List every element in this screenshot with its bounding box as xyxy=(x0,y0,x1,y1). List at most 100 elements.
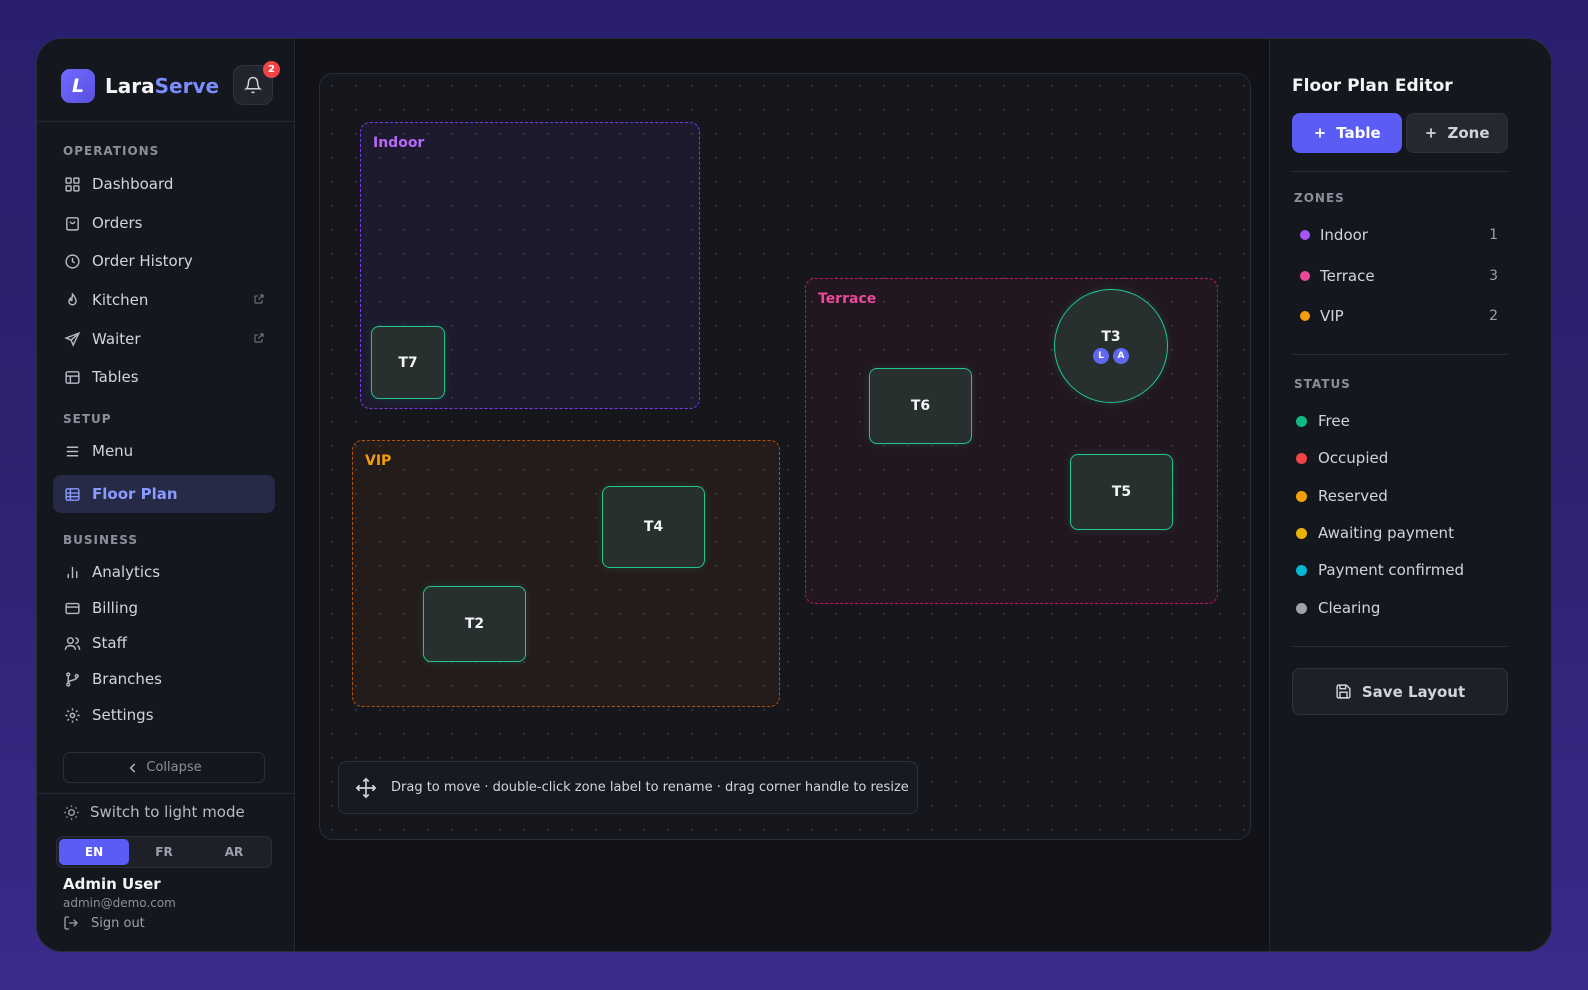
floor-plan-icon xyxy=(63,485,81,503)
chevron-left-icon xyxy=(130,762,136,773)
bar-chart-icon xyxy=(63,563,81,581)
editor-title: Floor Plan Editor xyxy=(1292,76,1453,96)
sign-out-icon xyxy=(64,916,78,930)
send-icon xyxy=(63,330,81,348)
zone-label[interactable]: VIP xyxy=(365,453,391,469)
menu-icon xyxy=(63,442,81,460)
status-dot xyxy=(1296,527,1307,539)
zone-name: Terrace xyxy=(1320,267,1375,285)
section-business: BUSINESS xyxy=(63,533,138,547)
table-t7[interactable]: T7 xyxy=(371,326,445,399)
zone-color-dot xyxy=(1300,271,1310,281)
language-fr[interactable]: FR xyxy=(129,839,199,865)
status-name: Occupied xyxy=(1318,449,1389,467)
theme-toggle-label: Switch to light mode xyxy=(90,803,245,821)
table-label: T7 xyxy=(398,354,418,371)
sidebar-item-tables[interactable]: Tables xyxy=(53,359,275,395)
assigned-staff: L A xyxy=(1091,347,1131,364)
table-t2[interactable]: T2 xyxy=(423,586,526,662)
logo-icon: L xyxy=(61,69,95,103)
sidebar-item-label: Tables xyxy=(92,368,139,386)
table-t4[interactable]: T4 xyxy=(602,486,705,568)
divider xyxy=(1292,646,1508,647)
status-name: Reserved xyxy=(1318,487,1388,505)
external-link-icon xyxy=(254,333,264,343)
staff-avatar: L xyxy=(1093,347,1109,364)
zone-list-item[interactable]: Indoor 1 xyxy=(1300,226,1498,244)
plus-icon xyxy=(1315,128,1325,138)
editor-panel: Floor Plan Editor Table Zone ZONES Indoo… xyxy=(1269,39,1551,951)
status-legend-item: Occupied xyxy=(1296,449,1388,467)
table-label: T2 xyxy=(464,616,485,632)
zone-list-item[interactable]: Terrace 3 xyxy=(1300,267,1498,285)
table-icon xyxy=(63,368,81,386)
brand[interactable]: L LaraServe xyxy=(61,69,219,103)
table-label: T4 xyxy=(643,519,664,535)
language-ar[interactable]: AR xyxy=(199,839,269,865)
add-table-label: Table xyxy=(1336,124,1381,142)
theme-toggle[interactable]: Switch to light mode xyxy=(63,803,245,821)
status-dot xyxy=(1296,602,1307,614)
table-t6[interactable]: T6 xyxy=(869,368,972,444)
sidebar-item-branches[interactable]: Branches xyxy=(53,661,275,697)
table-t5[interactable]: T5 xyxy=(1070,454,1173,530)
divider xyxy=(37,793,295,794)
sidebar-item-menu[interactable]: Menu xyxy=(53,433,275,469)
status-name: Payment confirmed xyxy=(1318,561,1465,579)
status-dot xyxy=(1296,564,1307,576)
user-email: admin@demo.com xyxy=(63,896,176,910)
branch-icon xyxy=(63,670,81,688)
sidebar-item-billing[interactable]: Billing xyxy=(53,590,275,626)
zone-label[interactable]: Terrace xyxy=(818,291,876,307)
sidebar-item-orders[interactable]: Orders xyxy=(53,205,275,241)
zone-count: 3 xyxy=(1489,268,1498,284)
plus-icon xyxy=(1426,128,1437,138)
divider xyxy=(1292,171,1508,172)
save-layout-label: Save Layout xyxy=(1361,682,1466,701)
sidebar-item-label: Orders xyxy=(92,214,143,232)
status-name: Clearing xyxy=(1318,599,1381,617)
add-zone-button[interactable]: Zone xyxy=(1406,113,1508,153)
collapse-button[interactable]: Collapse xyxy=(63,752,265,783)
sidebar-item-label: Kitchen xyxy=(92,291,149,309)
card-icon xyxy=(63,599,81,617)
table-label: T6 xyxy=(910,398,931,414)
status-legend-item: Free xyxy=(1296,412,1350,430)
table-t3[interactable]: T3 L A xyxy=(1054,289,1168,403)
status-legend-item: Clearing xyxy=(1296,599,1380,617)
add-table-button[interactable]: Table xyxy=(1292,113,1402,153)
users-icon xyxy=(63,634,81,652)
flame-icon xyxy=(63,291,81,309)
sidebar-item-dashboard[interactable]: Dashboard xyxy=(53,166,275,202)
zone-list-item[interactable]: VIP 2 xyxy=(1300,307,1498,325)
sidebar-item-analytics[interactable]: Analytics xyxy=(53,554,275,590)
sidebar-item-kitchen[interactable]: Kitchen xyxy=(53,282,275,318)
zone-vip[interactable]: VIP xyxy=(352,440,780,707)
sidebar-item-label: Dashboard xyxy=(92,175,174,193)
save-layout-button[interactable]: Save Layout xyxy=(1292,668,1508,715)
sidebar-item-label: Analytics xyxy=(92,563,161,581)
sidebar-item-label: Waiter xyxy=(92,330,141,348)
status-dot xyxy=(1296,490,1307,502)
language-en[interactable]: EN xyxy=(59,839,129,865)
table-label: T5 xyxy=(1111,484,1132,500)
sign-out-link[interactable]: Sign out xyxy=(63,915,145,931)
language-switcher: EN FR AR xyxy=(56,836,272,868)
save-icon xyxy=(1336,684,1351,699)
sidebar-item-staff[interactable]: Staff xyxy=(53,625,275,661)
zone-label[interactable]: Indoor xyxy=(373,135,424,151)
sidebar-item-order-history[interactable]: Order History xyxy=(53,243,275,279)
zone-color-dot xyxy=(1300,311,1310,321)
divider xyxy=(37,121,295,122)
sidebar-item-settings[interactable]: Settings xyxy=(53,697,275,733)
move-icon xyxy=(355,777,377,798)
sidebar-item-floor-plan[interactable]: Floor Plan xyxy=(53,475,275,513)
floor-plan-canvas[interactable]: Indoor Terrace VIP T7 T6 T3 L A T5 T4 T2… xyxy=(319,73,1251,840)
staff-avatar: A xyxy=(1113,347,1129,364)
canvas-hint-text: Drag to move · double-click zone label t… xyxy=(391,780,909,795)
zone-name: VIP xyxy=(1320,307,1344,325)
external-link-icon xyxy=(254,294,264,304)
gear-icon xyxy=(63,706,81,724)
sidebar-item-waiter[interactable]: Waiter xyxy=(53,321,275,357)
status-heading: STATUS xyxy=(1294,377,1351,391)
